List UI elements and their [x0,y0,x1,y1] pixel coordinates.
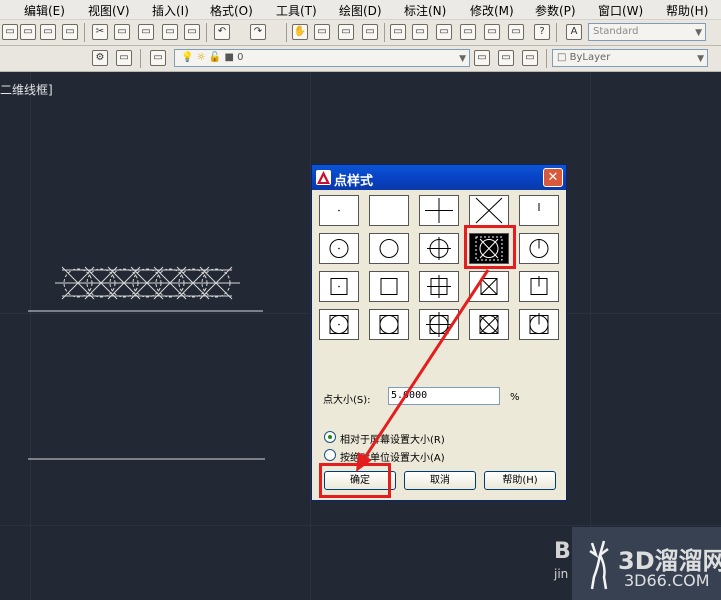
watermark-partial-text-2: jin [554,567,569,581]
watermark: B jin 3D溜溜网 3D66.COM [554,527,721,600]
watermark-partial-text: B [554,539,571,564]
deer-logo-icon [589,540,609,590]
annotation-arrow [356,269,490,472]
watermark-url: 3D66.COM [624,571,710,590]
